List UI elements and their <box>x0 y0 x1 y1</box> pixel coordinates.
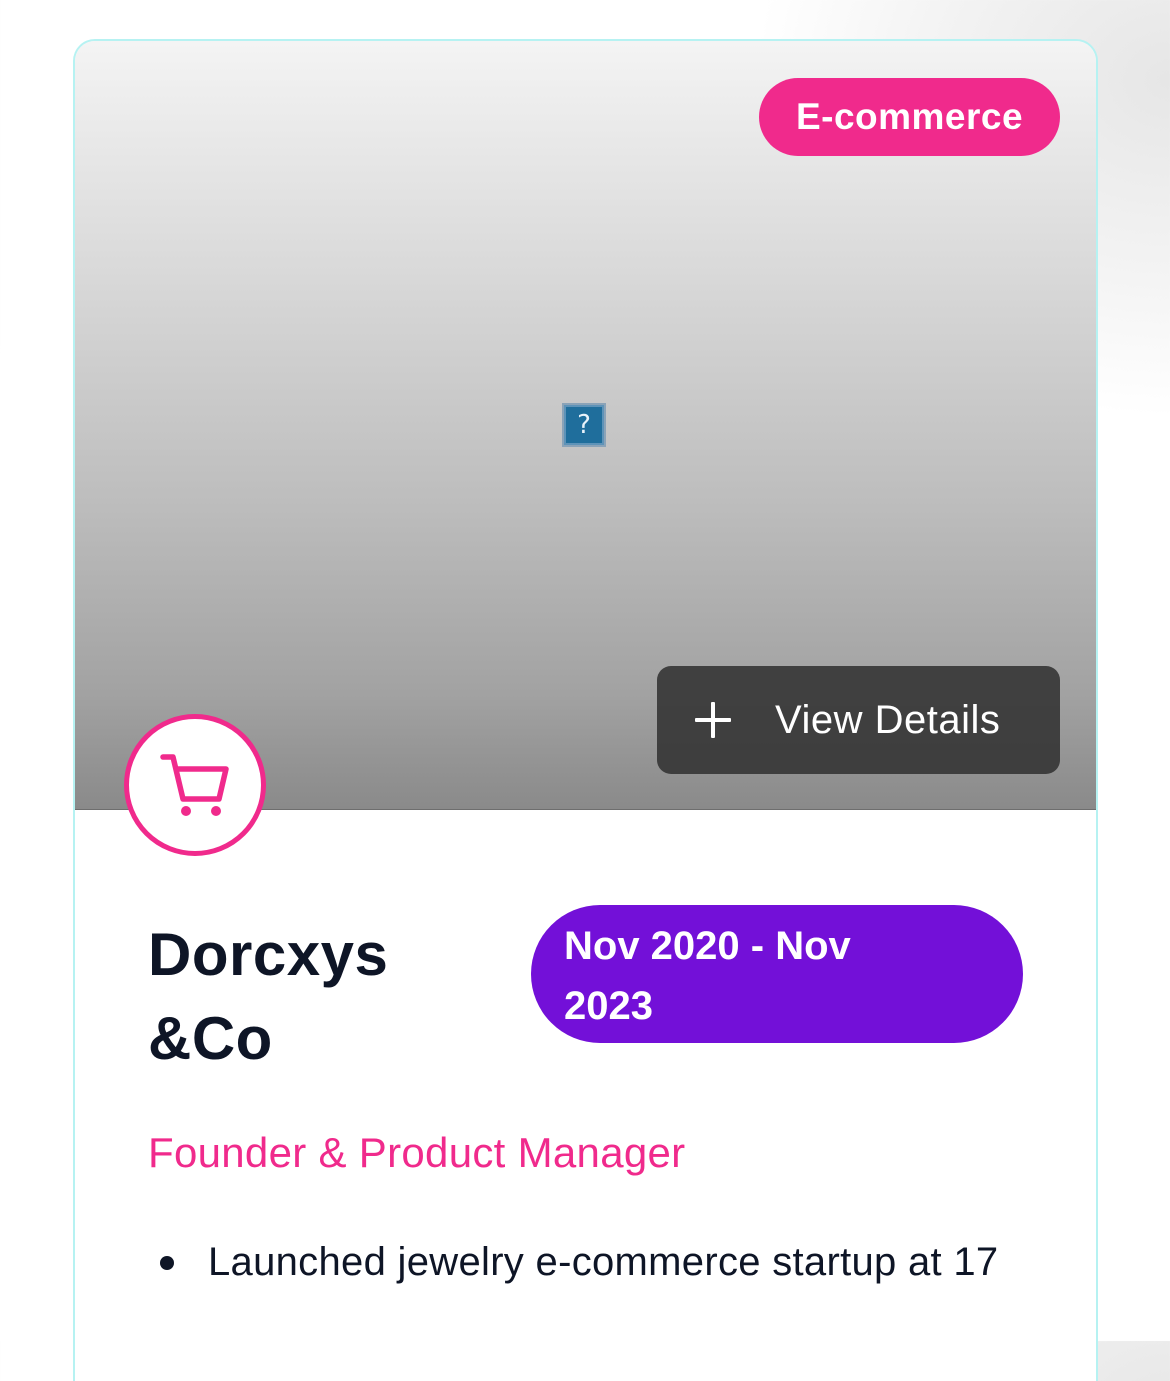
role-title: Founder & Product Manager <box>148 1129 686 1176</box>
category-badge: E-commerce <box>759 78 1060 156</box>
list-item-text: Launched jewelry e-commerce startup at 1… <box>208 1240 999 1284</box>
bullet-icon <box>160 1256 174 1270</box>
project-image: ? E-commerce View Details <box>75 41 1096 810</box>
project-card: ? E-commerce View Details Dorcxys &Co No… <box>73 39 1098 1381</box>
highlights-list: Launched jewelry e-commerce startup at 1… <box>148 1233 1028 1291</box>
shopping-cart-icon <box>160 754 229 816</box>
plus-icon <box>695 702 731 738</box>
broken-image-icon: ? <box>562 403 606 447</box>
list-item: Launched jewelry e-commerce startup at 1… <box>148 1233 1028 1291</box>
view-details-button[interactable]: View Details <box>657 666 1060 774</box>
company-name: Dorcxys &Co <box>148 921 389 1072</box>
company-logo <box>124 714 266 856</box>
date-range-badge: Nov 2020 - Nov 2023 <box>531 905 1023 1043</box>
view-details-label: View Details <box>775 697 1001 742</box>
